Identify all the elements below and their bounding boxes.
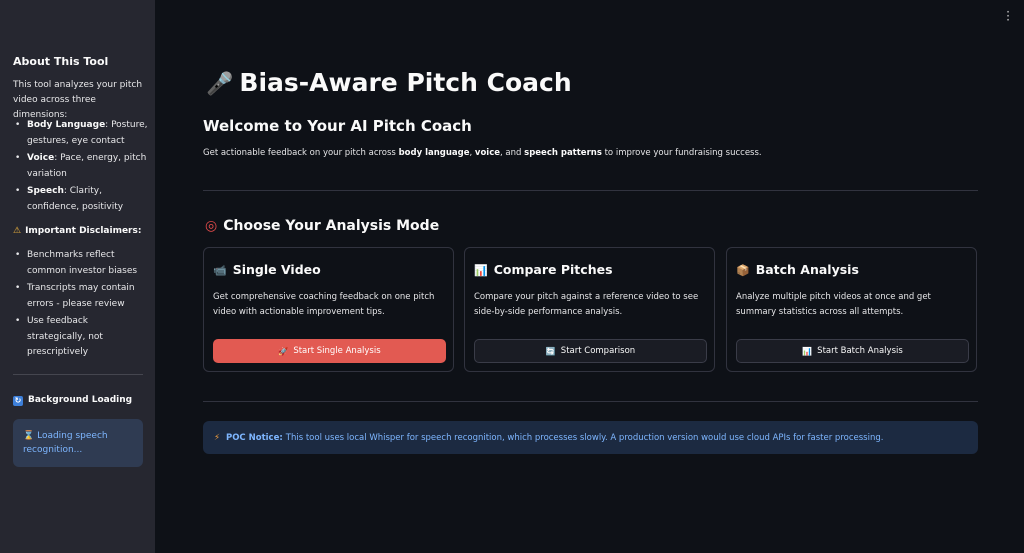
welcome-heading: Welcome to Your AI Pitch Coach (203, 117, 472, 135)
start-batch-analysis-button[interactable]: 📊 Start Batch Analysis (736, 339, 969, 363)
list-item: Use feedback strategically, not prescrip… (13, 314, 148, 361)
start-single-analysis-button[interactable]: 🚀 Start Single Analysis (213, 339, 446, 363)
sidebar-title: About This Tool (13, 55, 109, 68)
page-title: 🎤 Bias-Aware Pitch Coach (206, 68, 572, 97)
intro-description: Get actionable feedback on your pitch ac… (203, 148, 762, 158)
video-camera-icon: 📹 (213, 264, 227, 277)
loading-text: Loading speech recognition... (23, 431, 108, 455)
sidebar-intro: This tool analyzes your pitch video acro… (13, 80, 143, 120)
card-title: 📹 Single Video (213, 262, 321, 277)
main-menu-icon[interactable]: · · · (1006, 6, 1010, 26)
divider (203, 401, 978, 402)
card-description: Analyze multiple pitch videos at once an… (736, 292, 931, 317)
lightning-icon: ⚡ (214, 432, 220, 443)
disclaimers-heading: ⚠ Important Disclaimers: (13, 226, 142, 236)
notice-text: This tool uses local Whisper for speech … (285, 432, 884, 443)
dimensions-list: Body Language: Posture, gestures, eye co… (13, 118, 148, 217)
swap-icon: 🔄 (545, 346, 556, 356)
card-description: Get comprehensive coaching feedback on o… (213, 292, 435, 317)
disclaimers-list: Benchmarks reflect common investor biase… (13, 248, 148, 363)
divider (203, 190, 978, 191)
package-icon: 📦 (736, 264, 750, 277)
background-loading-heading: ↻ Background Loading (13, 395, 133, 406)
compare-pitches-card: 📊 Compare Pitches Compare your pitch agai… (464, 247, 715, 372)
warning-icon: ⚠ (13, 226, 22, 236)
batch-analysis-card: 📦 Batch Analysis Analyze multiple pitch v… (726, 247, 977, 372)
bar-chart-icon: 📊 (474, 264, 488, 277)
card-description: Compare your pitch against a reference v… (474, 292, 699, 317)
poc-notice: ⚡ POC Notice: This tool uses local Whisp… (203, 421, 978, 454)
analysis-mode-heading: ◎ Choose Your Analysis Mode (205, 218, 440, 234)
card-title: 📦 Batch Analysis (736, 262, 859, 277)
single-video-card: 📹 Single Video Get comprehensive coaching… (203, 247, 454, 372)
sidebar-divider (13, 374, 143, 375)
card-title: 📊 Compare Pitches (474, 262, 613, 277)
target-icon: ◎ (205, 218, 218, 234)
chart-icon: 📊 (802, 346, 813, 356)
microphone-icon: 🎤 (206, 72, 234, 97)
start-comparison-button[interactable]: 🔄 Start Comparison (474, 339, 707, 363)
rocket-icon: 🚀 (278, 346, 289, 356)
loading-status-box: ⌛ Loading speech recognition... (13, 419, 143, 467)
list-item: Body Language: Posture, gestures, eye co… (13, 118, 148, 149)
list-item: Transcripts may contain errors - please … (13, 281, 148, 312)
notice-label: POC Notice: (225, 432, 283, 443)
sidebar: About This Tool This tool analyzes your … (0, 0, 155, 553)
list-item: Voice: Pace, energy, pitch variation (13, 151, 148, 182)
list-item: Benchmarks reflect common investor biase… (13, 248, 148, 279)
refresh-icon: ↻ (13, 396, 23, 406)
list-item: Speech: Clarity, confidence, positivity (13, 184, 148, 215)
hourglass-icon: ⌛ (23, 431, 35, 441)
